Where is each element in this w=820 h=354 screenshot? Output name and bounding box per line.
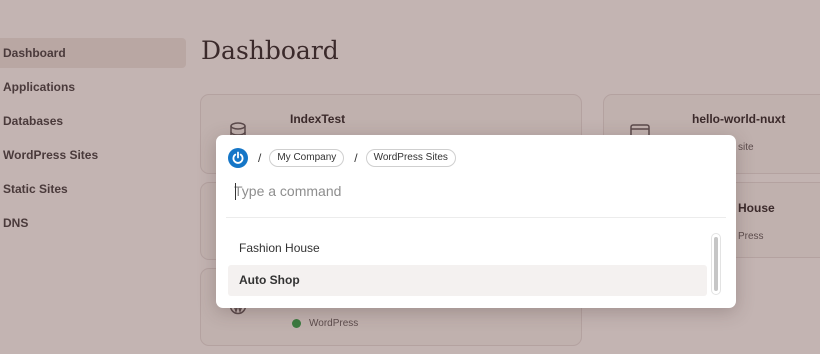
scrollbar-thumb[interactable] [714,237,718,291]
card-title: House [738,201,775,215]
divider [226,217,726,218]
card-subtitle: site [738,142,754,153]
card-title: IndexTest [290,112,346,126]
sidebar-item-applications[interactable]: Applications [0,72,186,102]
results-scrollbar[interactable] [711,233,721,295]
card-subtitle: Press [738,231,764,242]
text-caret [235,183,236,200]
result-item-auto-shop[interactable]: Auto Shop [228,265,707,296]
sidebar-item-dns[interactable]: DNS [0,208,186,238]
sidebar-item-databases[interactable]: Databases [0,106,186,136]
breadcrumb-separator: / [258,151,262,165]
page-title: Dashboard [201,36,339,65]
command-palette: / My Company / WordPress Sites Fashion H… [216,135,736,308]
status-label: WordPress [309,318,359,329]
command-input[interactable] [234,179,714,203]
result-item-fashion-house[interactable]: Fashion House [228,233,707,264]
sidebar-item-wordpress-sites[interactable]: WordPress Sites [0,140,186,170]
sidebar-item-static-sites[interactable]: Static Sites [0,174,186,204]
sidebar-item-dashboard[interactable]: Dashboard [0,38,186,68]
breadcrumb-separator: / [354,151,358,165]
breadcrumb-company[interactable]: My Company [269,149,345,167]
sidebar: Dashboard Applications Databases WordPre… [0,38,186,242]
card-title: hello-world-nuxt [692,112,786,126]
breadcrumb: / My Company / WordPress Sites [228,148,456,168]
breadcrumb-wordpress-sites[interactable]: WordPress Sites [365,149,456,167]
power-logo-icon [228,148,248,168]
status-dot-icon [292,319,301,328]
